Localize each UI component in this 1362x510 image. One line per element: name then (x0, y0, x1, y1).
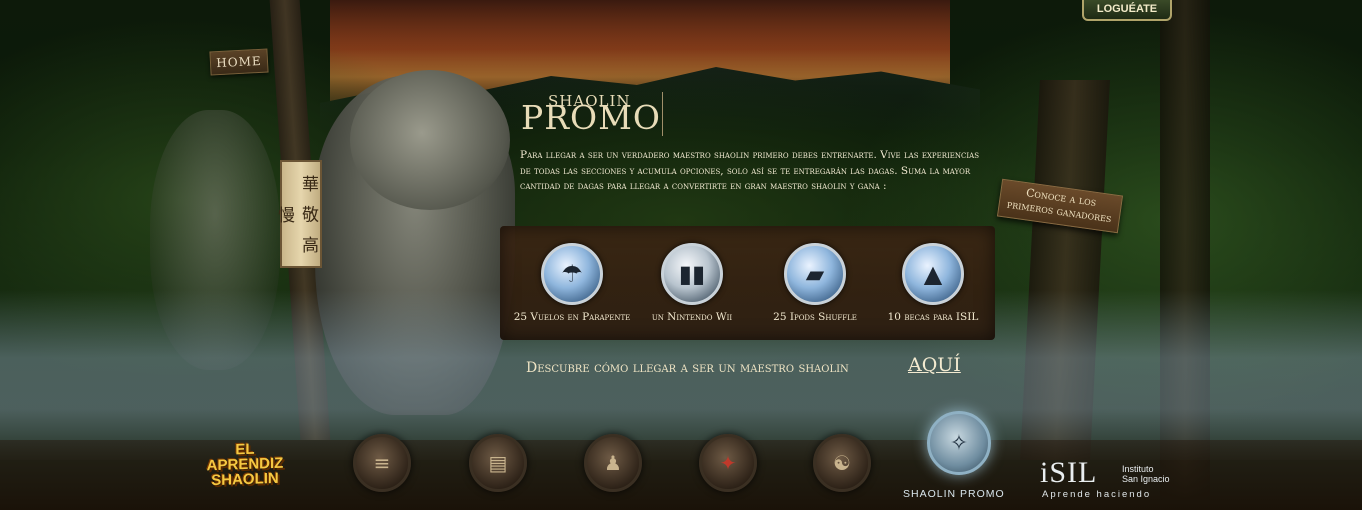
nav-shaolin-promo[interactable]: ✧ (927, 411, 991, 475)
nav-section-4[interactable]: ✦ (699, 434, 757, 492)
paraglider-icon: ☂ (541, 243, 603, 305)
isil-sub-line-2: San Ignacio (1122, 474, 1170, 484)
home-button[interactable]: HOME (209, 48, 269, 76)
monk-icon: ☯ (833, 451, 851, 475)
isil-sub-line-1: Instituto (1122, 464, 1154, 474)
scroll-icon: ▤ (488, 451, 508, 475)
discover-text: Descubre cómo llegar a ser un maestro sh… (526, 360, 849, 376)
prize-wii: ▮▮ un Nintendo Wii (627, 243, 757, 323)
login-button[interactable]: LOGUÉATE (1082, 0, 1172, 21)
discover-link[interactable]: AQUÍ (908, 354, 961, 376)
stone-lion-head (350, 70, 510, 210)
nav-section-2[interactable]: ▤ (469, 434, 527, 492)
isil-tagline: Aprende haciendo (1042, 489, 1152, 500)
nav-section-3[interactable]: ♟ (584, 434, 642, 492)
el-aprendiz-shaolin-logo[interactable]: EL APRENDIZ SHAOLIN (190, 440, 300, 490)
nav-section-5[interactable]: ☯ (813, 434, 871, 492)
prize-label: 10 becas para ISIL (887, 311, 979, 323)
prize-label: un Nintendo Wii (651, 311, 733, 323)
prize-ipod: ▰ 25 Ipods Shuffle (750, 243, 880, 323)
prize-paragliding: ☂ 25 Vuelos en Parapente (507, 243, 637, 323)
chinese-banner: 華 敬 高 慢 (274, 160, 322, 268)
fighter-icon: ✦ (719, 451, 737, 475)
prize-scholarship: ▲ 10 becas para ISIL (868, 243, 998, 323)
ipod-shuffle-icon: ▰ (784, 243, 846, 305)
prize-label: 25 Vuelos en Parapente (513, 311, 631, 323)
bamboo-icon: ≡ (373, 451, 391, 475)
warrior-icon: ♟ (604, 451, 622, 475)
promo-icon: ✧ (949, 430, 969, 456)
isil-wordmark: iSIL (1040, 456, 1098, 489)
nav-active-label[interactable]: SHAOLIN PROMO (903, 488, 1005, 500)
wii-console-icon: ▮▮ (661, 243, 723, 305)
promo-intro-text: Para llegar a ser un verdadero maestro s… (520, 149, 979, 192)
graduation-cap-icon: ▲ (902, 243, 964, 305)
nav-section-1[interactable]: ≡ (353, 434, 411, 492)
promo-logo-big: PROMO (521, 98, 661, 137)
prize-label: 25 Ipods Shuffle (773, 311, 857, 323)
promo-divider (662, 92, 663, 136)
